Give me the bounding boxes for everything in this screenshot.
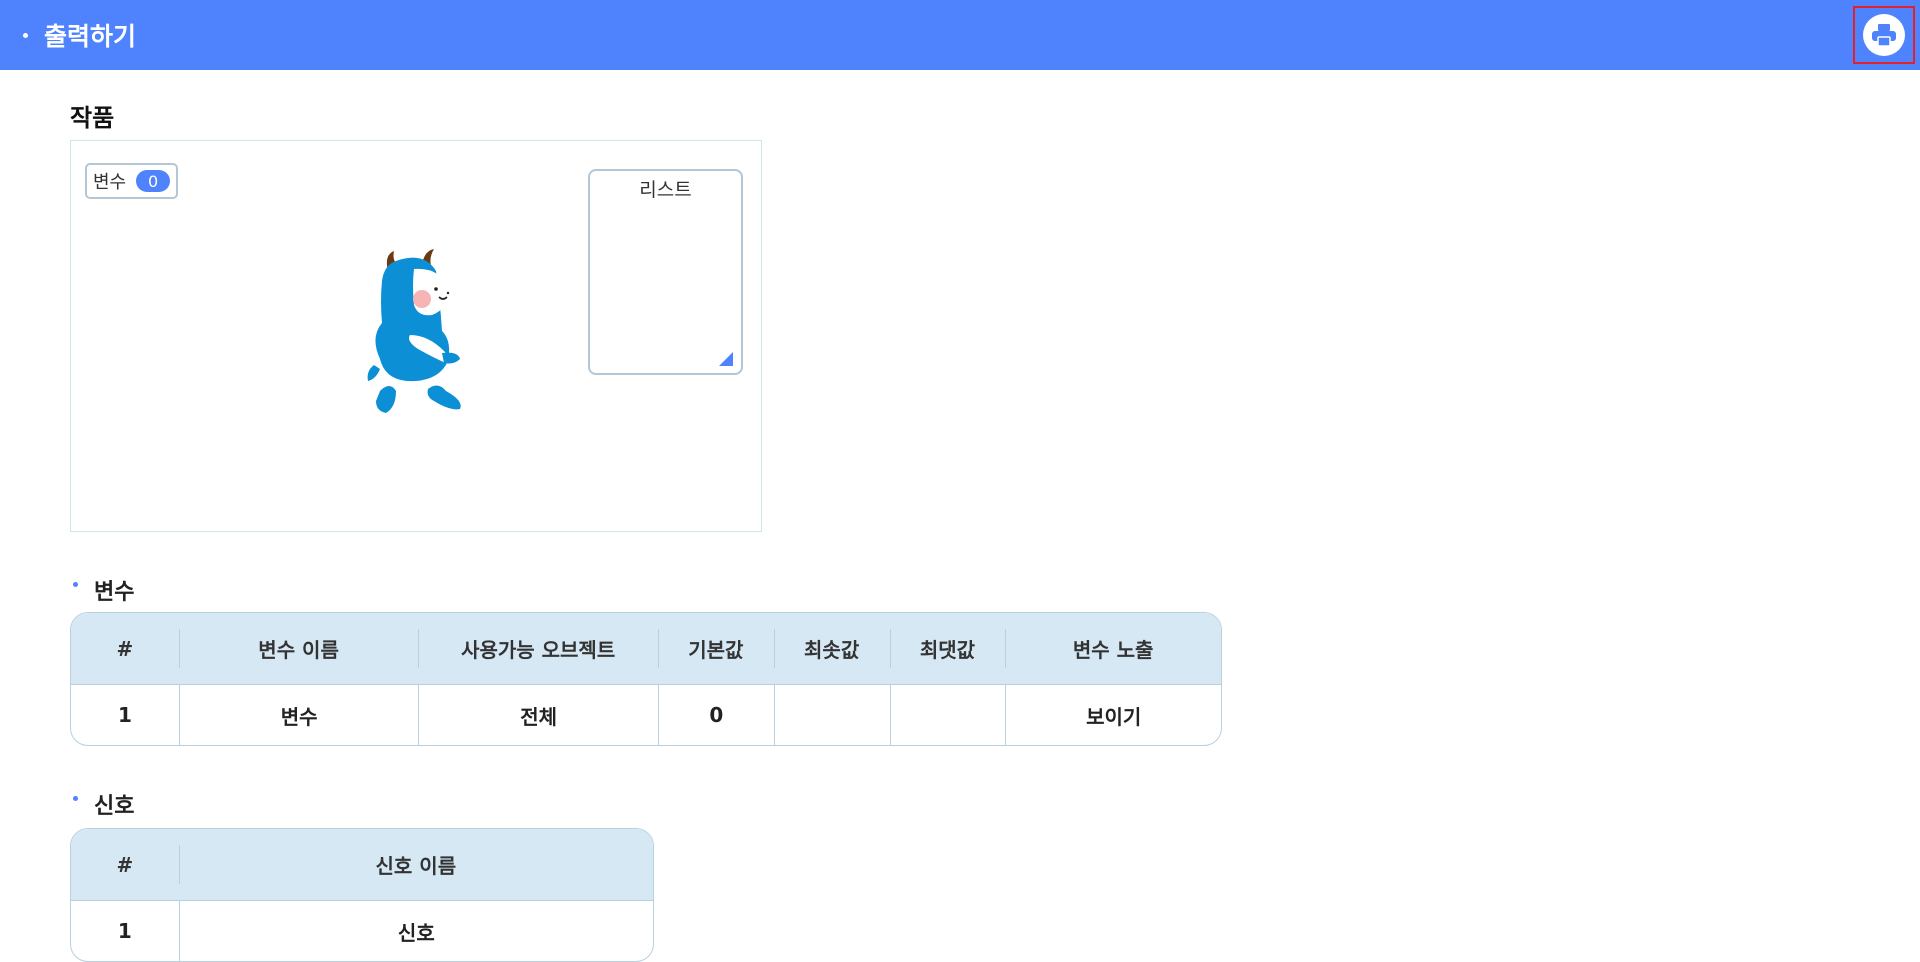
signals-table: # 신호 이름 1 신호 bbox=[70, 828, 654, 962]
work-section-title: 작품 bbox=[70, 104, 115, 132]
table-cell: 보이기 bbox=[1005, 685, 1221, 745]
printer-icon[interactable] bbox=[1863, 14, 1905, 56]
variables-title-text: 변수 bbox=[94, 580, 135, 605]
table-cell: 1 bbox=[117, 919, 132, 943]
table-row: 1 변수 전체 0 보이기 bbox=[71, 685, 1221, 745]
section-bullet bbox=[73, 795, 78, 801]
variable-monitor-label: 변수 bbox=[93, 172, 127, 193]
column-header: 기본값 bbox=[657, 613, 774, 685]
table-cell bbox=[773, 685, 890, 745]
column-header: 사용가능 오브젝트 bbox=[418, 613, 658, 685]
table-cell: 0 bbox=[657, 685, 774, 745]
column-header: 변수 노출 bbox=[1005, 613, 1221, 685]
column-header: 신호 이름 bbox=[178, 829, 653, 901]
top-bar: 출력하기 bbox=[0, 0, 1920, 70]
resize-handle-icon[interactable] bbox=[719, 351, 733, 366]
signals-title-text: 신호 bbox=[94, 794, 135, 819]
list-monitor-title: 리스트 bbox=[639, 179, 692, 201]
table-cell: 전체 bbox=[418, 685, 658, 745]
column-header: 최솟값 bbox=[773, 613, 890, 685]
table-row: 1 신호 bbox=[71, 901, 653, 961]
variables-section-title: 변수 bbox=[70, 574, 134, 606]
variable-monitor: 변수 0 bbox=[85, 163, 179, 199]
column-header: 최댓값 bbox=[889, 613, 1006, 685]
title-bullet bbox=[23, 32, 28, 38]
print-button[interactable] bbox=[1853, 6, 1915, 64]
column-header: 변수 이름 bbox=[178, 613, 419, 685]
stage-preview: 변수 0 리스트 bbox=[70, 140, 762, 532]
signals-section-title: 신호 bbox=[70, 788, 134, 820]
column-header: # bbox=[71, 829, 179, 901]
table-cell: 변수 bbox=[178, 685, 419, 745]
page-title: 출력하기 bbox=[44, 22, 137, 51]
list-monitor: 리스트 bbox=[588, 169, 743, 375]
variable-monitor-value: 0 bbox=[136, 170, 171, 192]
section-bullet bbox=[73, 581, 78, 587]
table-cell: 1 bbox=[117, 703, 132, 727]
variables-table: # 변수 이름 사용가능 오브젝트 기본값 최솟값 최댓값 변수 노출 1 변수… bbox=[70, 612, 1222, 746]
table-cell bbox=[889, 685, 1006, 745]
column-header: # bbox=[71, 613, 179, 685]
entry-bot-character bbox=[356, 241, 486, 431]
table-cell: 신호 bbox=[178, 901, 653, 961]
